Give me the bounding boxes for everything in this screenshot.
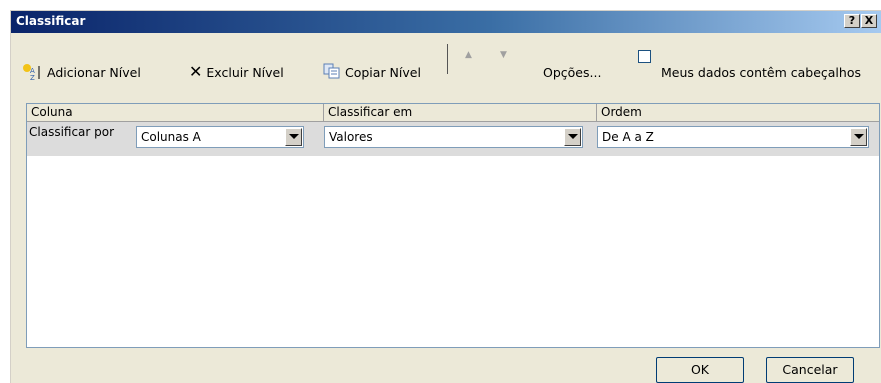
move-up-icon[interactable]: ▲ [465, 50, 472, 60]
options-label: Opções... [543, 64, 602, 80]
toolbar-separator [447, 44, 448, 74]
delete-level-button[interactable]: ✕ Excluir Nível [189, 59, 284, 85]
add-level-label: Adicionar Nível [47, 64, 141, 80]
sort-levels-list[interactable]: Coluna Classificar em Ordem Classificar … [26, 103, 880, 348]
ok-button[interactable]: OK [656, 357, 744, 383]
dialog-title: Classificar [16, 14, 86, 28]
header-order: Ordem [597, 104, 879, 122]
copy-level-button[interactable]: Copiar Nível [323, 59, 421, 85]
sort-dialog: Classificar ? X A Z Adicionar Nível ✕ Ex… [10, 10, 881, 383]
delete-x-icon: ✕ [189, 62, 203, 81]
headers-checkbox[interactable] [638, 50, 651, 63]
header-sort-on: Classificar em [324, 104, 597, 122]
add-level-button[interactable]: A Z Adicionar Nível [21, 59, 141, 85]
copy-icon [323, 63, 341, 82]
add-level-icon: A Z [21, 62, 43, 83]
close-button[interactable]: X [861, 14, 877, 28]
sort-on-select[interactable]: Valores [324, 126, 583, 148]
order-select[interactable]: De A a Z [597, 126, 869, 148]
header-column: Coluna [27, 104, 324, 122]
chevron-down-icon[interactable] [850, 128, 867, 146]
headers-label-text: Meus dados contêm cabeçalhos [661, 64, 861, 80]
help-button[interactable]: ? [844, 14, 860, 28]
column-select[interactable]: Colunas A [136, 126, 304, 148]
copy-level-label: Copiar Nível [345, 64, 421, 80]
sort-on-select-value: Valores [329, 130, 373, 144]
options-button[interactable]: Opções... [543, 59, 601, 85]
row-label: Classificar por [29, 125, 115, 139]
title-bar: Classificar ? X [11, 11, 881, 33]
column-select-value: Colunas A [141, 130, 201, 144]
svg-text:Z: Z [30, 74, 35, 80]
headers-checkbox-label[interactable]: Meus dados contêm cabeçalhos [661, 59, 861, 85]
chevron-down-icon[interactable] [564, 128, 581, 146]
move-down-icon[interactable]: ▼ [500, 50, 507, 60]
sort-level-row[interactable]: Classificar por Colunas A Valores De A a… [27, 122, 879, 156]
delete-level-label: Excluir Nível [206, 64, 284, 80]
chevron-down-icon[interactable] [285, 128, 302, 146]
cancel-button[interactable]: Cancelar [766, 357, 854, 383]
order-select-value: De A a Z [602, 130, 654, 144]
